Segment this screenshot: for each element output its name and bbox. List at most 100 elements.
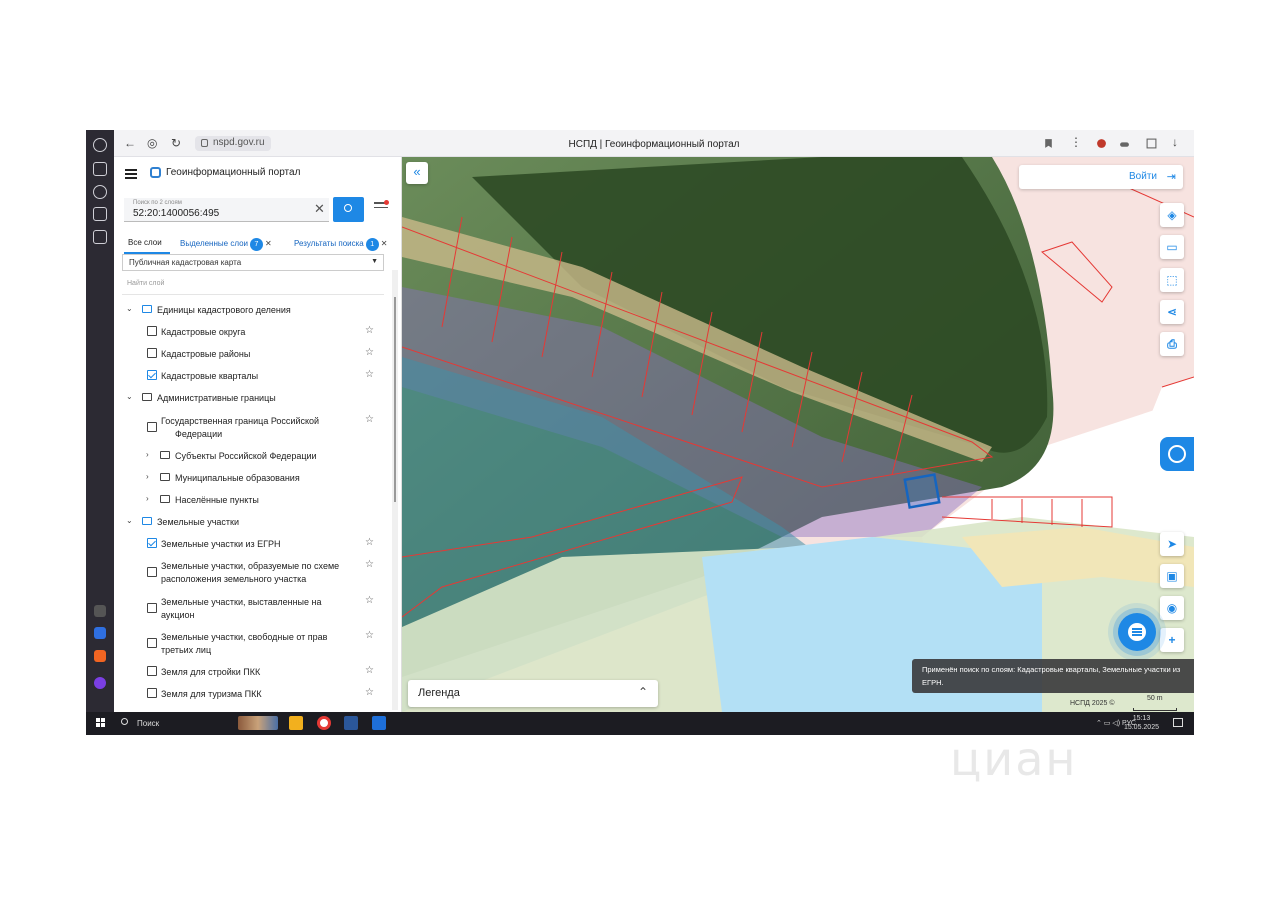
chevron-down-icon[interactable]: ⌄	[126, 516, 133, 525]
menu-icon[interactable]	[125, 169, 137, 181]
tree-group-label: Единицы кадастрового деления	[157, 305, 291, 315]
geolocate-button[interactable]: ➤	[1160, 532, 1184, 556]
clear-icon[interactable]: ✕	[314, 201, 325, 217]
folder-icon	[142, 393, 152, 401]
clock-date: 15.05.2025	[1123, 724, 1159, 731]
chevron-right-icon[interactable]: ›	[146, 494, 149, 503]
word-icon[interactable]	[372, 716, 386, 730]
star-icon[interactable]: ☆	[365, 595, 374, 606]
layer-checkbox[interactable]	[147, 603, 157, 613]
search-label: Поиск по 2 слоям	[133, 200, 182, 206]
legend-dropdown[interactable]: Легенда ⌃	[408, 680, 658, 707]
star-icon[interactable]: ☆	[365, 559, 374, 570]
vpn-icon[interactable]	[94, 627, 106, 639]
login-icon: ⇥	[1166, 171, 1176, 183]
layer-checkbox-checked[interactable]	[147, 538, 157, 548]
tab-search-results[interactable]: Результаты поиска 1 ✕	[294, 238, 387, 251]
share-tool-button[interactable]: ⋖	[1160, 300, 1184, 324]
notes-app-icon[interactable]	[344, 716, 358, 730]
star-icon[interactable]: ☆	[365, 665, 374, 676]
layer-checkbox-checked[interactable]	[147, 370, 157, 380]
chevron-down-icon[interactable]: ⌄	[126, 304, 133, 313]
search-button[interactable]	[333, 197, 364, 222]
history-icon[interactable]	[93, 138, 107, 152]
tree-subgroup-label: Муниципальные образования	[175, 473, 300, 483]
tree-subgroup-label: Населённые пункты	[175, 495, 259, 505]
layer-checkbox[interactable]	[147, 326, 157, 336]
star-icon[interactable]: ☆	[365, 537, 374, 548]
panel-tabs: Все слои Выделенные слои 7 ✕ Результаты по…	[114, 234, 402, 254]
select-area-tool-button[interactable]: ⬚	[1160, 268, 1184, 292]
basemap-select-value: Публичная кадастровая карта	[129, 258, 242, 267]
collections-icon[interactable]	[93, 162, 107, 176]
layer-checkbox[interactable]	[147, 688, 157, 698]
layer-checkbox[interactable]	[147, 348, 157, 358]
chat-icon	[1128, 623, 1146, 641]
layer-checkbox[interactable]	[147, 666, 157, 676]
yandex-browser-icon[interactable]	[317, 716, 331, 730]
add-icon[interactable]	[94, 605, 106, 617]
chevron-down-icon[interactable]: ⌄	[126, 392, 133, 401]
collapse-panel-button[interactable]: «	[406, 162, 428, 184]
star-icon[interactable]: ☆	[365, 325, 374, 336]
map-canvas[interactable]	[402, 157, 1194, 712]
selected-parcel[interactable]	[903, 473, 941, 509]
star-icon[interactable]: ☆	[365, 630, 374, 641]
chevron-right-icon[interactable]: ›	[146, 472, 149, 481]
downloads-panel-icon[interactable]	[1146, 138, 1157, 149]
layer-search-input[interactable]: Найти слой	[127, 280, 164, 287]
mail-icon[interactable]	[94, 650, 106, 662]
chevron-down-icon: ▼	[371, 258, 378, 265]
map-view[interactable]: « Войти ⇥ ◈ ▭ ⬚ ⋖ ⎙ ➤ ▣ ◉ + Применён пои…	[402, 157, 1194, 712]
tab-results-label: Результаты поиска	[294, 239, 364, 248]
calendar-icon[interactable]	[93, 207, 107, 221]
folder-icon	[160, 473, 170, 481]
clock[interactable]: 15:13 15.05.2025	[1124, 714, 1159, 732]
layers-tool-button[interactable]: ◈	[1160, 203, 1184, 227]
login-button[interactable]: Войти ⇥	[1019, 165, 1183, 189]
expand-icon: ⌃	[637, 685, 648, 699]
print-tool-button[interactable]: ⎙	[1160, 332, 1184, 356]
folder-icon	[160, 495, 170, 503]
windows-start-icon[interactable]	[96, 718, 106, 728]
close-icon[interactable]: ✕	[381, 239, 388, 248]
play-icon[interactable]	[93, 185, 107, 199]
close-icon[interactable]: ✕	[265, 239, 272, 248]
star-icon[interactable]: ☆	[365, 687, 374, 698]
copyright: НСПД 2025 ©	[1070, 700, 1115, 707]
scrollbar-thumb[interactable]	[394, 297, 396, 502]
menu-dots-icon[interactable]: ⋮	[1070, 135, 1082, 149]
file-explorer-icon[interactable]	[289, 716, 303, 730]
layer-checkbox[interactable]	[147, 567, 157, 577]
side-widget-button[interactable]	[1160, 437, 1194, 471]
layer-checkbox[interactable]	[147, 422, 157, 432]
layer-label: Государственная граница Российской	[161, 416, 320, 426]
screenshot-icon[interactable]	[93, 230, 107, 244]
alice-icon[interactable]	[94, 677, 106, 689]
tab-all-layers[interactable]: Все слои	[128, 238, 162, 247]
layer-label: Кадастровые районы	[161, 349, 251, 359]
star-icon[interactable]: ☆	[365, 369, 374, 380]
star-icon[interactable]: ☆	[365, 347, 374, 358]
location-pin-button[interactable]: ◉	[1160, 596, 1184, 620]
search-highlight-image	[238, 716, 278, 730]
download-icon[interactable]: ↓	[1172, 135, 1178, 149]
layer-checkbox[interactable]	[147, 638, 157, 648]
layer-label: Земельные участки из ЕГРН	[161, 539, 281, 549]
bookmark-icon[interactable]	[1043, 138, 1054, 149]
notification-center-icon[interactable]	[1173, 718, 1183, 727]
layer-label: Земля для стройки ПКК	[161, 667, 261, 677]
star-icon[interactable]: ☆	[365, 414, 374, 425]
chat-button[interactable]	[1118, 613, 1156, 651]
basemap-select[interactable]: Публичная кадастровая карта ▼	[122, 254, 384, 271]
filter-button[interactable]	[374, 200, 389, 214]
tab-selected-layers[interactable]: Выделенные слои 7 ✕	[180, 238, 272, 251]
hat-icon[interactable]	[1119, 138, 1130, 149]
extension-icon[interactable]	[1096, 138, 1107, 149]
tree-group-label: Административные границы	[157, 393, 276, 403]
zoom-in-button[interactable]: +	[1160, 628, 1184, 652]
basemap-button[interactable]: ▣	[1160, 564, 1184, 588]
search-input[interactable]: Поиск по 2 слоям 52:20:1400056:495	[124, 198, 329, 222]
ruler-tool-button[interactable]: ▭	[1160, 235, 1184, 259]
chevron-right-icon[interactable]: ›	[146, 450, 149, 459]
